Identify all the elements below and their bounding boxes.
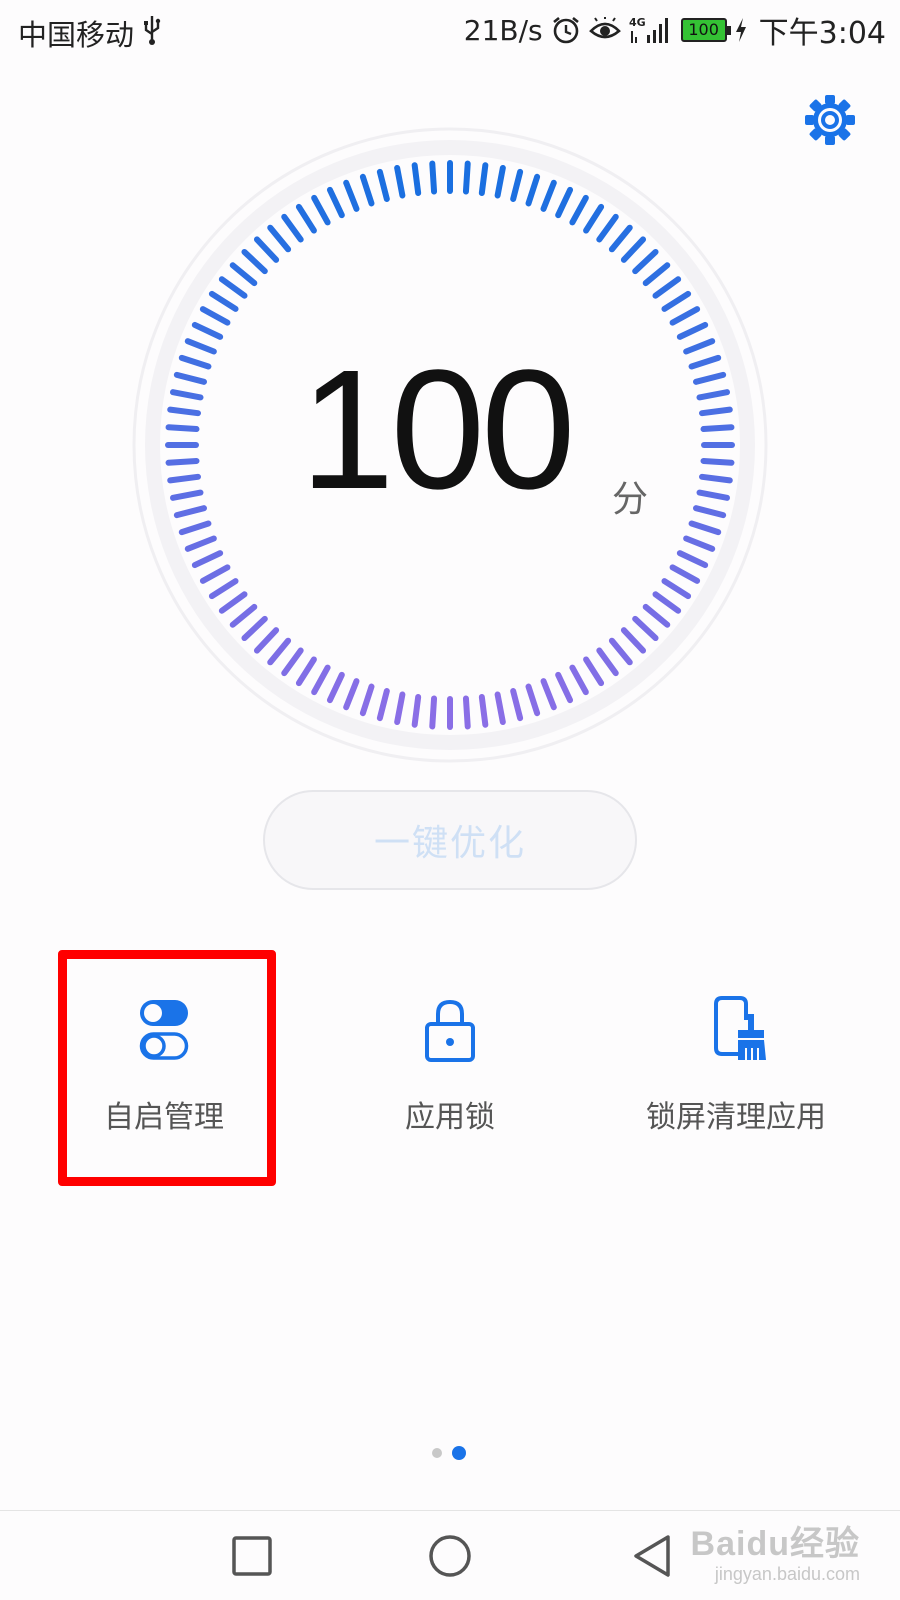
clock: 下午3:04 xyxy=(758,16,886,51)
feature-lockscreen-cleanup[interactable]: 锁屏清理应用 xyxy=(616,990,856,1170)
gauge-tick xyxy=(429,160,438,195)
svg-text:4G: 4G xyxy=(629,16,646,29)
gauge-tick xyxy=(699,473,733,484)
gauge-tick xyxy=(462,695,471,730)
gauge-tick xyxy=(478,694,489,728)
page-dot-active[interactable] xyxy=(452,1446,466,1460)
home-icon[interactable] xyxy=(425,1531,475,1581)
phone-broom-icon xyxy=(714,996,766,1060)
feature-label: 应用锁 xyxy=(405,1100,495,1135)
charging-icon xyxy=(735,18,746,42)
watermark: Baidu经验 jingyan.baidu.com xyxy=(691,1524,860,1586)
back-icon[interactable] xyxy=(628,1531,678,1581)
alarm-icon xyxy=(552,16,579,44)
gauge-tick xyxy=(167,473,201,484)
gauge-tick xyxy=(700,457,735,466)
usb-icon xyxy=(144,16,161,45)
padlock-icon xyxy=(425,999,475,1062)
optimize-button[interactable]: 一键优化 xyxy=(263,790,637,890)
settings-gear-icon[interactable] xyxy=(804,94,856,146)
gauge-tick xyxy=(411,162,422,196)
gauge-tick xyxy=(700,424,735,433)
navigation-bar: Baidu经验 jingyan.baidu.com xyxy=(0,1510,900,1600)
score-unit: 分 xyxy=(612,479,649,520)
battery-icon: 100 xyxy=(680,18,731,42)
watermark-sub: jingyan.baidu.com xyxy=(714,1564,860,1585)
highlight-box xyxy=(58,950,276,1186)
page-indicator xyxy=(432,1446,466,1460)
gauge-tick xyxy=(462,160,471,195)
recent-apps-icon[interactable] xyxy=(227,1531,277,1581)
gauge-tick xyxy=(699,406,733,417)
gauge-tick xyxy=(167,406,201,417)
watermark-main: Baidu经验 xyxy=(690,1524,860,1563)
carrier-name: 中国移动 xyxy=(18,18,135,52)
feature-app-lock[interactable]: 应用锁 xyxy=(330,990,570,1170)
signal-icon: 4G xyxy=(629,16,668,43)
battery-level: 100 xyxy=(688,20,719,39)
gauge-tick xyxy=(478,162,489,196)
gauge-tick xyxy=(429,695,438,730)
feature-label: 锁屏清理应用 xyxy=(646,1100,826,1135)
score-value: 100 xyxy=(300,335,576,525)
status-icons: 21B/s 4G 100 下午3:04 xyxy=(463,10,886,52)
status-bar: 中国移动 21B/s 4G 100 下午3:04 xyxy=(0,0,900,64)
gauge-tick xyxy=(165,457,200,466)
network-speed: 21B/s xyxy=(463,13,543,47)
page-dot[interactable] xyxy=(432,1448,442,1458)
eye-comfort-icon xyxy=(588,17,621,39)
gauge-tick xyxy=(165,424,200,433)
gauge-tick xyxy=(411,694,422,728)
